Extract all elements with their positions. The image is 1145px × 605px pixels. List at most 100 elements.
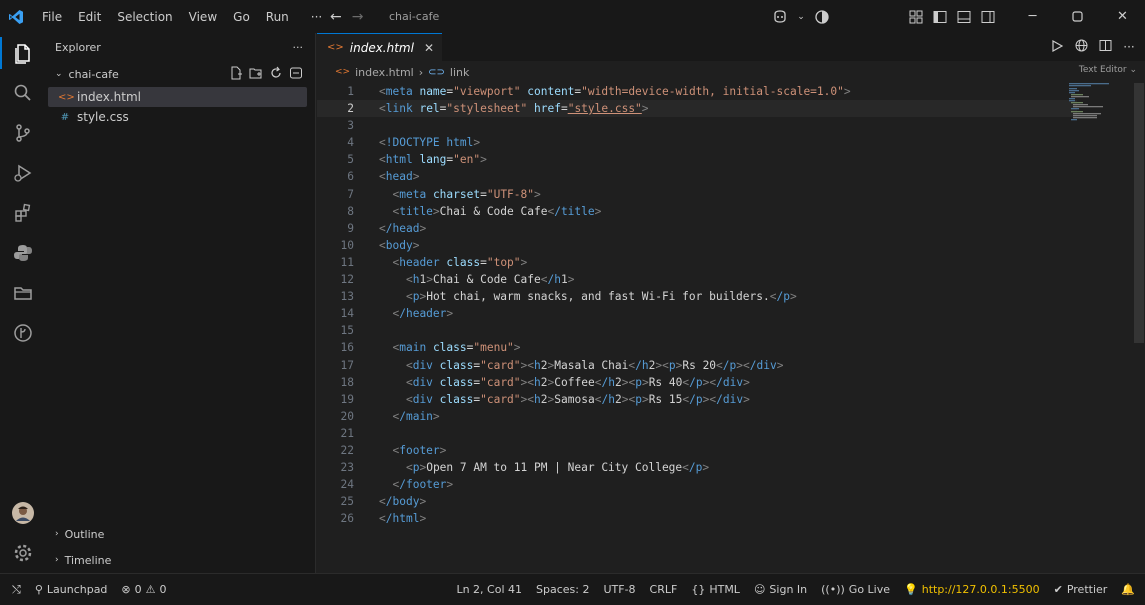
code-editor[interactable]: 1 <meta name="viewport" content="width=de…: [317, 83, 1077, 527]
new-folder-icon[interactable]: [249, 66, 263, 83]
minimize-button[interactable]: ─: [1010, 0, 1055, 33]
run-debug-icon[interactable]: [0, 153, 46, 193]
line-number: 19: [340, 392, 354, 406]
code-line[interactable]: 9 </head>: [317, 220, 1077, 237]
code-line[interactable]: 23 <p>Open 7 AM to 11 PM | Near City Col…: [317, 459, 1077, 476]
forward-arrow-icon[interactable]: →: [352, 9, 364, 25]
extensions-icon[interactable]: [0, 193, 46, 233]
breadcrumb-symbol[interactable]: link: [450, 66, 469, 79]
code-line[interactable]: 8 <title>Chai & Code Cafe</title>: [317, 203, 1077, 220]
line-number: 10: [340, 238, 354, 252]
code-line[interactable]: 25 </body>: [317, 493, 1077, 510]
outline-section[interactable]: › Outline: [46, 521, 316, 547]
notifications-bell-icon[interactable]: 🔔: [1114, 583, 1145, 596]
source-control-icon[interactable]: [0, 113, 46, 153]
customize-layout-icon[interactable]: [904, 0, 928, 33]
back-arrow-icon[interactable]: ←: [330, 9, 342, 25]
cursor-position[interactable]: Ln 2, Col 41: [449, 583, 529, 596]
go-live-button[interactable]: ((•)) Go Live: [814, 583, 897, 596]
file-item-style-css[interactable]: # style.css: [48, 107, 307, 127]
code-line[interactable]: 18 <div class="card"><h2>Coffee</h2><p>R…: [317, 374, 1077, 391]
code-line[interactable]: 10 <body>: [317, 237, 1077, 254]
line-number: 26: [340, 512, 354, 526]
prettier-button[interactable]: ✔ Prettier: [1047, 583, 1115, 596]
code-line[interactable]: 12 <h1>Chai & Code Cafe</h1>: [317, 271, 1077, 288]
line-content: <meta name="viewport" content="width=dev…: [379, 85, 851, 98]
refresh-icon[interactable]: [269, 66, 283, 83]
code-line[interactable]: 5 <html lang="en">: [317, 151, 1077, 168]
code-line[interactable]: 7 <meta charset="UTF-8">: [317, 186, 1077, 203]
git-graph-icon[interactable]: [0, 313, 46, 353]
menu-more[interactable]: ···: [303, 10, 330, 24]
code-line[interactable]: 6 <head>: [317, 168, 1077, 185]
copilot-icon[interactable]: [768, 0, 792, 33]
menu-run[interactable]: Run: [258, 10, 297, 24]
folder-chai-cafe[interactable]: ⌄ chai-cafe: [46, 61, 315, 87]
settings-gear-icon[interactable]: [0, 533, 46, 573]
code-line[interactable]: 16 <main class="menu">: [317, 339, 1077, 356]
minimap[interactable]: [1069, 83, 1129, 123]
toggle-panel-icon[interactable]: [952, 0, 976, 33]
python-icon[interactable]: [0, 233, 46, 273]
menu-selection[interactable]: Selection: [109, 10, 180, 24]
split-editor-icon[interactable]: [1097, 39, 1113, 55]
window-title[interactable]: chai-cafe: [389, 0, 439, 33]
code-line[interactable]: 3: [317, 117, 1077, 134]
more-actions-icon[interactable]: ···: [1121, 40, 1137, 54]
line-content: <footer>: [392, 443, 447, 457]
explorer-icon[interactable]: [0, 33, 46, 73]
folder-icon[interactable]: [0, 273, 46, 313]
code-line[interactable]: 2 <link rel="stylesheet" href="style.css"…: [317, 100, 1077, 118]
code-line[interactable]: 14 </header>: [317, 305, 1077, 322]
breadcrumb-file[interactable]: index.html: [355, 66, 414, 79]
sign-in-button[interactable]: ☺ Sign In: [747, 583, 814, 596]
accounts-color-icon[interactable]: [810, 0, 834, 33]
editor-scrollbar[interactable]: [1134, 83, 1144, 343]
chevron-down-icon[interactable]: ⌄: [792, 0, 810, 33]
search-icon[interactable]: [0, 73, 46, 113]
indentation[interactable]: Spaces: 2: [529, 583, 596, 596]
timeline-section[interactable]: › Timeline: [46, 547, 316, 573]
live-server-url[interactable]: 💡 http://127.0.0.1:5500: [897, 583, 1047, 596]
launchpad-button[interactable]: ⚲ Launchpad: [28, 583, 115, 596]
code-line[interactable]: 1 <meta name="viewport" content="width=de…: [317, 83, 1077, 100]
menu-go[interactable]: Go: [225, 10, 258, 24]
new-file-icon[interactable]: [229, 66, 243, 83]
close-icon[interactable]: ✕: [424, 41, 434, 55]
run-icon[interactable]: [1049, 39, 1065, 55]
code-line[interactable]: 21: [317, 425, 1077, 442]
launchpad-icon: ⚲: [34, 583, 43, 596]
code-line[interactable]: 26 </html>: [317, 510, 1077, 527]
code-line[interactable]: 11 <header class="top">: [317, 254, 1077, 271]
close-window-button[interactable]: ✕: [1100, 0, 1145, 33]
menu-view[interactable]: View: [181, 10, 225, 24]
code-line[interactable]: 4 <!DOCTYPE html>: [317, 134, 1077, 151]
file-item-index-html[interactable]: <> index.html: [48, 87, 307, 107]
code-line[interactable]: 19 <div class="card"><h2>Samosa</h2><p>R…: [317, 391, 1077, 408]
problems-indicator[interactable]: ⊗ 0 ⚠ 0: [114, 583, 173, 596]
code-line[interactable]: 24 </footer>: [317, 476, 1077, 493]
encoding[interactable]: UTF-8: [596, 583, 642, 596]
line-ending[interactable]: CRLF: [643, 583, 685, 596]
toggle-primary-sidebar-icon[interactable]: [928, 0, 952, 33]
remote-indicator[interactable]: ⤭: [0, 583, 28, 597]
code-line[interactable]: 17 <div class="card"><h2>Masala Chai</h2…: [317, 357, 1077, 374]
text-editor-label[interactable]: Text Editor ⌄: [1079, 65, 1137, 75]
tab-index-html[interactable]: <> index.html ✕: [317, 33, 443, 61]
collapse-all-icon[interactable]: [289, 66, 303, 83]
language-mode[interactable]: {} HTML: [684, 583, 747, 596]
toggle-secondary-sidebar-icon[interactable]: [976, 0, 1000, 33]
restore-button[interactable]: [1055, 0, 1100, 33]
explorer-more-actions[interactable]: ···: [293, 41, 304, 54]
outline-label: Outline: [64, 527, 105, 541]
html-file-icon: <>: [335, 67, 351, 77]
code-line[interactable]: 13 <p>Hot chai, warm snacks, and fast Wi…: [317, 288, 1077, 305]
avatar[interactable]: [0, 493, 46, 533]
globe-icon[interactable]: [1073, 39, 1089, 55]
code-line[interactable]: 20 </main>: [317, 408, 1077, 425]
code-line[interactable]: 15: [317, 322, 1077, 339]
menu-file[interactable]: File: [34, 10, 70, 24]
menu-edit[interactable]: Edit: [70, 10, 109, 24]
code-line[interactable]: 22 <footer>: [317, 442, 1077, 459]
line-number: 12: [340, 273, 354, 287]
